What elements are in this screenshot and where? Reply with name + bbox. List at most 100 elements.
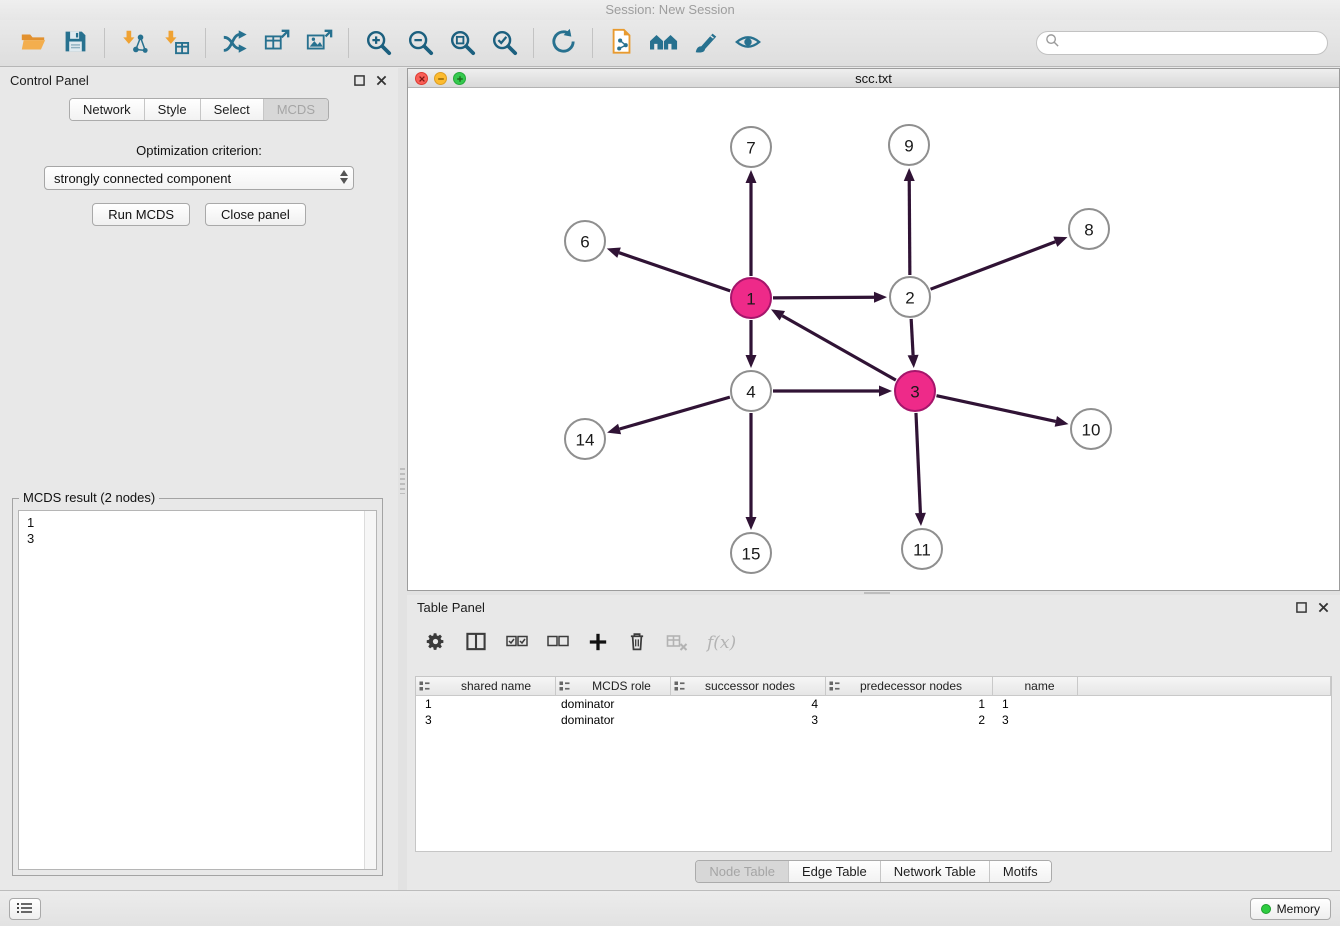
tab-motifs[interactable]: Motifs	[989, 861, 1051, 882]
graph-edge-arrowhead	[607, 247, 621, 257]
table-row[interactable]: 3 dominator 3 2 3	[416, 712, 1331, 728]
close-panel-icon[interactable]	[374, 73, 388, 87]
save-session-button[interactable]	[54, 23, 96, 63]
graph-node-1[interactable]: 1	[731, 278, 771, 318]
mcds-result-item[interactable]: 3	[19, 531, 376, 547]
splitter-grip[interactable]	[864, 592, 890, 594]
show-graphics-eye-icon	[734, 28, 762, 59]
import-table-icon	[161, 28, 191, 59]
show-graphics-button[interactable]	[727, 23, 769, 63]
graph-node-4[interactable]: 4	[731, 371, 771, 411]
column-header-predecessor-nodes[interactable]: predecessor nodes	[826, 677, 993, 695]
open-session-button[interactable]	[12, 23, 54, 63]
zoom-out-button[interactable]	[399, 23, 441, 63]
graph-node-label: 7	[746, 139, 755, 158]
delete-column-button[interactable]	[627, 631, 647, 655]
graph-node-3[interactable]: 3	[895, 371, 935, 411]
network-canvas[interactable]: 7 9 6 8 1 2 4 3 14 10 15 11	[408, 88, 1339, 590]
delete-table-button[interactable]	[666, 633, 688, 654]
tab-mcds[interactable]: MCDS	[263, 99, 328, 120]
import-table-button[interactable]	[155, 23, 197, 63]
graph-node-label: 2	[905, 289, 914, 308]
graph-edge[interactable]	[911, 319, 913, 355]
function-builder-button[interactable]: f(x)	[707, 633, 736, 653]
tab-network[interactable]: Network	[70, 99, 144, 120]
run-mcds-button[interactable]: Run MCDS	[92, 203, 190, 226]
graph-node-9[interactable]: 9	[889, 125, 929, 165]
column-header-shared-name[interactable]: shared name	[416, 677, 556, 695]
graph-node-6[interactable]: 6	[565, 221, 605, 261]
memory-button[interactable]: Memory	[1250, 898, 1331, 920]
save-session-icon	[62, 28, 89, 58]
minimize-window-icon[interactable]	[434, 72, 447, 85]
result-scrollbar[interactable]	[364, 511, 376, 869]
graph-edge[interactable]	[620, 397, 730, 429]
cell-predecessor-nodes: 1	[826, 696, 993, 712]
float-panel-icon[interactable]	[352, 73, 366, 87]
graph-node-label: 10	[1082, 421, 1101, 440]
graph-edge[interactable]	[619, 253, 730, 291]
column-header-successor-nodes[interactable]: successor nodes	[671, 677, 826, 695]
search-input[interactable]	[1060, 36, 1319, 50]
memory-label: Memory	[1277, 902, 1320, 916]
show-panels-button[interactable]	[9, 898, 41, 920]
graph-node-15[interactable]: 15	[731, 533, 771, 573]
cell-successor-nodes: 3	[671, 712, 826, 728]
graph-edge[interactable]	[931, 242, 1056, 289]
mcds-result-item[interactable]: 1	[19, 511, 376, 531]
graph-node-7[interactable]: 7	[731, 127, 771, 167]
apply-layout-button[interactable]	[542, 23, 584, 63]
graph-node-8[interactable]: 8	[1069, 209, 1109, 249]
graph-node-2[interactable]: 2	[890, 277, 930, 317]
vertical-splitter[interactable]	[398, 68, 407, 890]
style-brush-button[interactable]	[685, 23, 727, 63]
home-network-button[interactable]	[643, 23, 685, 63]
close-panel-icon[interactable]	[1316, 600, 1330, 614]
select-all-rows-button[interactable]	[506, 635, 528, 651]
graph-node-11[interactable]: 11	[902, 529, 942, 569]
graph-edge[interactable]	[916, 413, 920, 513]
network-window-title: scc.txt	[855, 71, 892, 86]
tab-select[interactable]: Select	[200, 99, 263, 120]
tab-style[interactable]: Style	[144, 99, 200, 120]
graph-edge[interactable]	[937, 396, 1056, 422]
cell-filler	[1078, 696, 1331, 712]
toolbar-search	[1036, 31, 1328, 55]
graph-edge[interactable]	[782, 316, 896, 380]
graph-node-10[interactable]: 10	[1071, 409, 1111, 449]
deselect-all-rows-button[interactable]	[547, 635, 569, 651]
export-image-button[interactable]	[298, 23, 340, 63]
float-panel-icon[interactable]	[1294, 600, 1308, 614]
new-network-button[interactable]	[214, 23, 256, 63]
table-settings-button[interactable]	[425, 631, 446, 655]
zoom-in-button[interactable]	[357, 23, 399, 63]
graph-node-label: 1	[746, 290, 755, 309]
table-row[interactable]: 1 dominator 4 1 1	[416, 696, 1331, 712]
add-column-button[interactable]	[588, 632, 608, 655]
tab-network-table[interactable]: Network Table	[880, 861, 989, 882]
optimization-criterion-select[interactable]: strongly connected component	[44, 166, 354, 190]
optimization-criterion-label: Optimization criterion:	[0, 143, 398, 158]
zoom-selected-button[interactable]	[483, 23, 525, 63]
graph-edge-arrowhead	[915, 513, 926, 526]
splitter-grip[interactable]	[400, 468, 405, 494]
show-columns-button[interactable]	[465, 631, 487, 655]
tab-edge-table[interactable]: Edge Table	[788, 861, 880, 882]
close-window-icon[interactable]	[415, 72, 428, 85]
table-panel-header: Table Panel	[407, 595, 1340, 619]
column-header-mcds-role[interactable]: MCDS role	[556, 677, 671, 695]
memory-status-icon	[1261, 904, 1271, 914]
zoom-fit-button[interactable]	[441, 23, 483, 63]
graph-edge[interactable]	[909, 181, 910, 275]
close-panel-button[interactable]: Close panel	[205, 203, 306, 226]
column-header-name[interactable]: name	[993, 677, 1078, 695]
table-panel-tabs: Node Table Edge Table Network Table Moti…	[407, 860, 1340, 883]
graph-node-14[interactable]: 14	[565, 419, 605, 459]
graph-edge-arrowhead	[879, 386, 892, 397]
tab-node-table[interactable]: Node Table	[696, 861, 788, 882]
graph-edge[interactable]	[773, 297, 874, 298]
zoom-window-icon[interactable]	[453, 72, 466, 85]
import-network-button[interactable]	[113, 23, 155, 63]
copy-network-button[interactable]	[601, 23, 643, 63]
export-table-button[interactable]	[256, 23, 298, 63]
